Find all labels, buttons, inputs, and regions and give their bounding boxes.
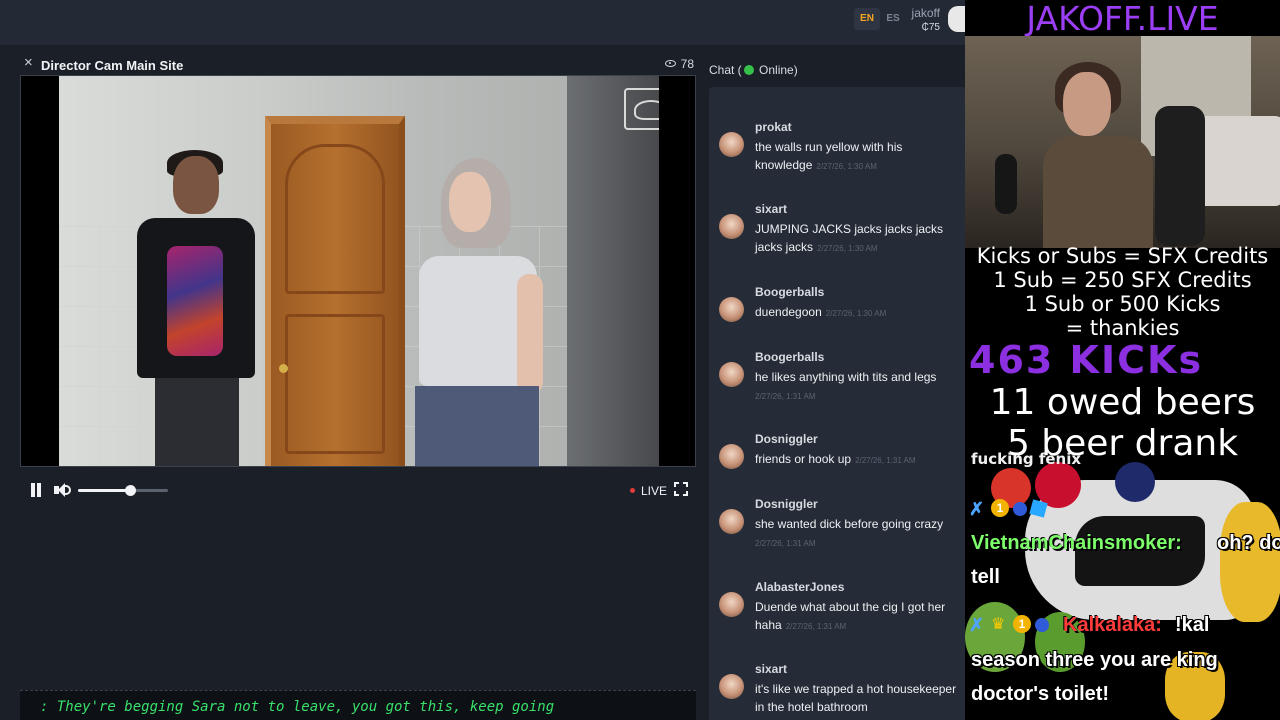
chat-timestamp: 2/27/26, 1:30 AM xyxy=(816,162,877,171)
rules-line: Kicks or Subs = SFX Credits xyxy=(976,244,1269,268)
video-player[interactable] xyxy=(20,75,696,467)
chat-message-text: JUMPING JACKS jacks jacks jacks jacks ja… xyxy=(755,222,944,254)
chat-timestamp: 2/27/26, 1:31 AM xyxy=(785,622,847,631)
brand-title: JAKOFF.LIVE xyxy=(1026,0,1219,38)
fullscreen-icon[interactable] xyxy=(674,482,688,496)
badge-x-icon: ✗ xyxy=(969,615,985,635)
chat-username[interactable]: Boogerballs xyxy=(755,285,824,299)
crown-icon: ♛ xyxy=(991,616,1006,633)
language-en-button[interactable]: EN xyxy=(854,8,880,30)
chat-panel: Chat ( Online) prokat the walls run yell… xyxy=(700,47,968,720)
chat-timestamp: 2/27/26, 1:30 AM xyxy=(825,309,887,318)
chat-timestamp: 2/27/26, 1:31 AM xyxy=(755,392,816,401)
chat-message-text: she wanted dick before going crazy 2/27/2… xyxy=(755,517,944,548)
live-dot-icon xyxy=(630,488,635,493)
chat-avatar[interactable] xyxy=(719,132,744,157)
chat-avatar[interactable] xyxy=(719,592,744,617)
chat-status-label: Online) xyxy=(759,63,798,77)
player-controls: LIVE xyxy=(20,477,696,503)
chat-header-label: Chat ( xyxy=(709,63,742,77)
overlay-chat-text: doctor's toilet! xyxy=(971,683,1110,705)
live-label: LIVE xyxy=(641,484,668,498)
username[interactable]: jakoff xyxy=(900,6,940,20)
badge-x-icon: ✗ xyxy=(969,499,985,519)
chat-timestamp: 2/27/26, 1:30 AM xyxy=(817,244,878,253)
video-frame xyxy=(59,76,659,466)
microphone-icon xyxy=(995,154,1017,214)
chat-avatar[interactable] xyxy=(719,509,744,534)
chat-timestamp: 2/27/26, 1:31 AM xyxy=(855,456,916,465)
overlay-chat-username: Kalkalaka: xyxy=(1063,614,1162,636)
chat-message-text: the walls run yellow with his knowledge 2… xyxy=(755,140,903,172)
chat-message-list[interactable]: prokat the walls run yellow with his kno… xyxy=(709,87,968,720)
chat-username[interactable]: Dosniggler xyxy=(755,497,818,511)
overlay-chat-text: season three you are king xyxy=(971,649,1218,671)
badge-orb-icon xyxy=(1013,502,1027,516)
rules-line: 1 Sub = 250 SFX Credits xyxy=(993,268,1252,292)
online-status-icon xyxy=(743,65,754,75)
ticker-bar: : They're begging Sara not to leave, you… xyxy=(20,690,696,720)
chat-username[interactable]: sixart xyxy=(755,202,787,216)
rules-line: 1 Sub or 500 Kicks xyxy=(1024,292,1221,316)
badge-orb-icon xyxy=(1035,618,1049,632)
live-indicator: LIVE xyxy=(630,484,667,498)
ticker-text: : They're begging Sara not to leave, you… xyxy=(40,699,555,715)
person-left xyxy=(137,150,257,466)
overlay-chat-text: oh? do xyxy=(1217,532,1280,554)
close-icon[interactable]: × xyxy=(24,54,33,71)
overlay-chat-area xyxy=(965,462,1280,720)
chat-message-text: he likes anything with tits and legs 2/27… xyxy=(755,370,937,401)
player-header: × Director Cam Main Site 78 xyxy=(20,53,696,77)
credits-balance: ₵75 xyxy=(921,22,940,33)
volume-slider[interactable] xyxy=(78,485,168,496)
top-bar: EN ES jakoff ₵75 xyxy=(0,0,968,46)
sfx-rules: Kicks or Subs = SFX Credits 1 Sub = 250 … xyxy=(965,244,1280,340)
chat-avatar[interactable] xyxy=(719,214,744,239)
streamer-webcam xyxy=(965,36,1280,248)
chat-username[interactable]: AlabasterJones xyxy=(755,580,844,594)
overlay-chat-text: !kal xyxy=(1175,614,1210,636)
kicks-counter: 463 KICKs xyxy=(969,338,1204,382)
door xyxy=(265,116,405,466)
badge-one-icon: 1 xyxy=(991,499,1009,517)
volume-slider-thumb[interactable] xyxy=(125,485,137,496)
chat-username[interactable]: Dosniggler xyxy=(755,432,818,446)
overlay-chat-text: tell xyxy=(971,566,1000,588)
chat-message-text: friends or hook up 2/27/26, 1:31 AM xyxy=(755,452,916,466)
viewer-count: 78 xyxy=(664,57,694,71)
watermark-icon xyxy=(624,88,659,130)
viewer-count-value: 78 xyxy=(680,57,694,71)
pause-icon[interactable] xyxy=(30,483,42,497)
eye-icon xyxy=(664,60,676,67)
chat-username[interactable]: Boogerballs xyxy=(755,350,824,364)
overlay-cut-message: fucking fenix xyxy=(971,450,1082,468)
chat-username[interactable]: prokat xyxy=(755,120,792,134)
badge-one-icon: 1 xyxy=(1013,615,1031,633)
app-root: EN ES jakoff ₵75 × Director Cam Main Sit… xyxy=(0,0,1280,720)
chat-avatar[interactable] xyxy=(719,674,744,699)
camera-title: Director Cam Main Site xyxy=(41,58,184,73)
stream-overlay: JAKOFF.LIVE Kicks or Subs = SFX Credits … xyxy=(965,0,1280,720)
chat-message-text: duendegoon 2/27/26, 1:30 AM xyxy=(755,305,887,319)
volume-icon[interactable] xyxy=(54,482,72,498)
chat-message-text: it's like we trapped a hot housekeeper i… xyxy=(755,682,957,714)
rules-line: = thankies xyxy=(1065,316,1180,340)
chat-timestamp: 2/27/26, 1:31 AM xyxy=(755,539,816,548)
player-panel: × Director Cam Main Site 78 LIVE: They'… xyxy=(0,47,700,720)
chat-avatar[interactable] xyxy=(719,444,744,469)
owed-beers: 11 owed beers xyxy=(989,382,1256,423)
chat-message-text: Duende what about the cig I got her haha… xyxy=(755,600,946,632)
chat-avatar[interactable] xyxy=(719,297,744,322)
chat-username[interactable]: sixart xyxy=(755,662,787,676)
chat-header: Chat ( Online) xyxy=(709,63,798,77)
chat-avatar[interactable] xyxy=(719,362,744,387)
person-right xyxy=(401,158,551,466)
overlay-chat-username: VietnamChainsmoker: xyxy=(971,532,1182,554)
